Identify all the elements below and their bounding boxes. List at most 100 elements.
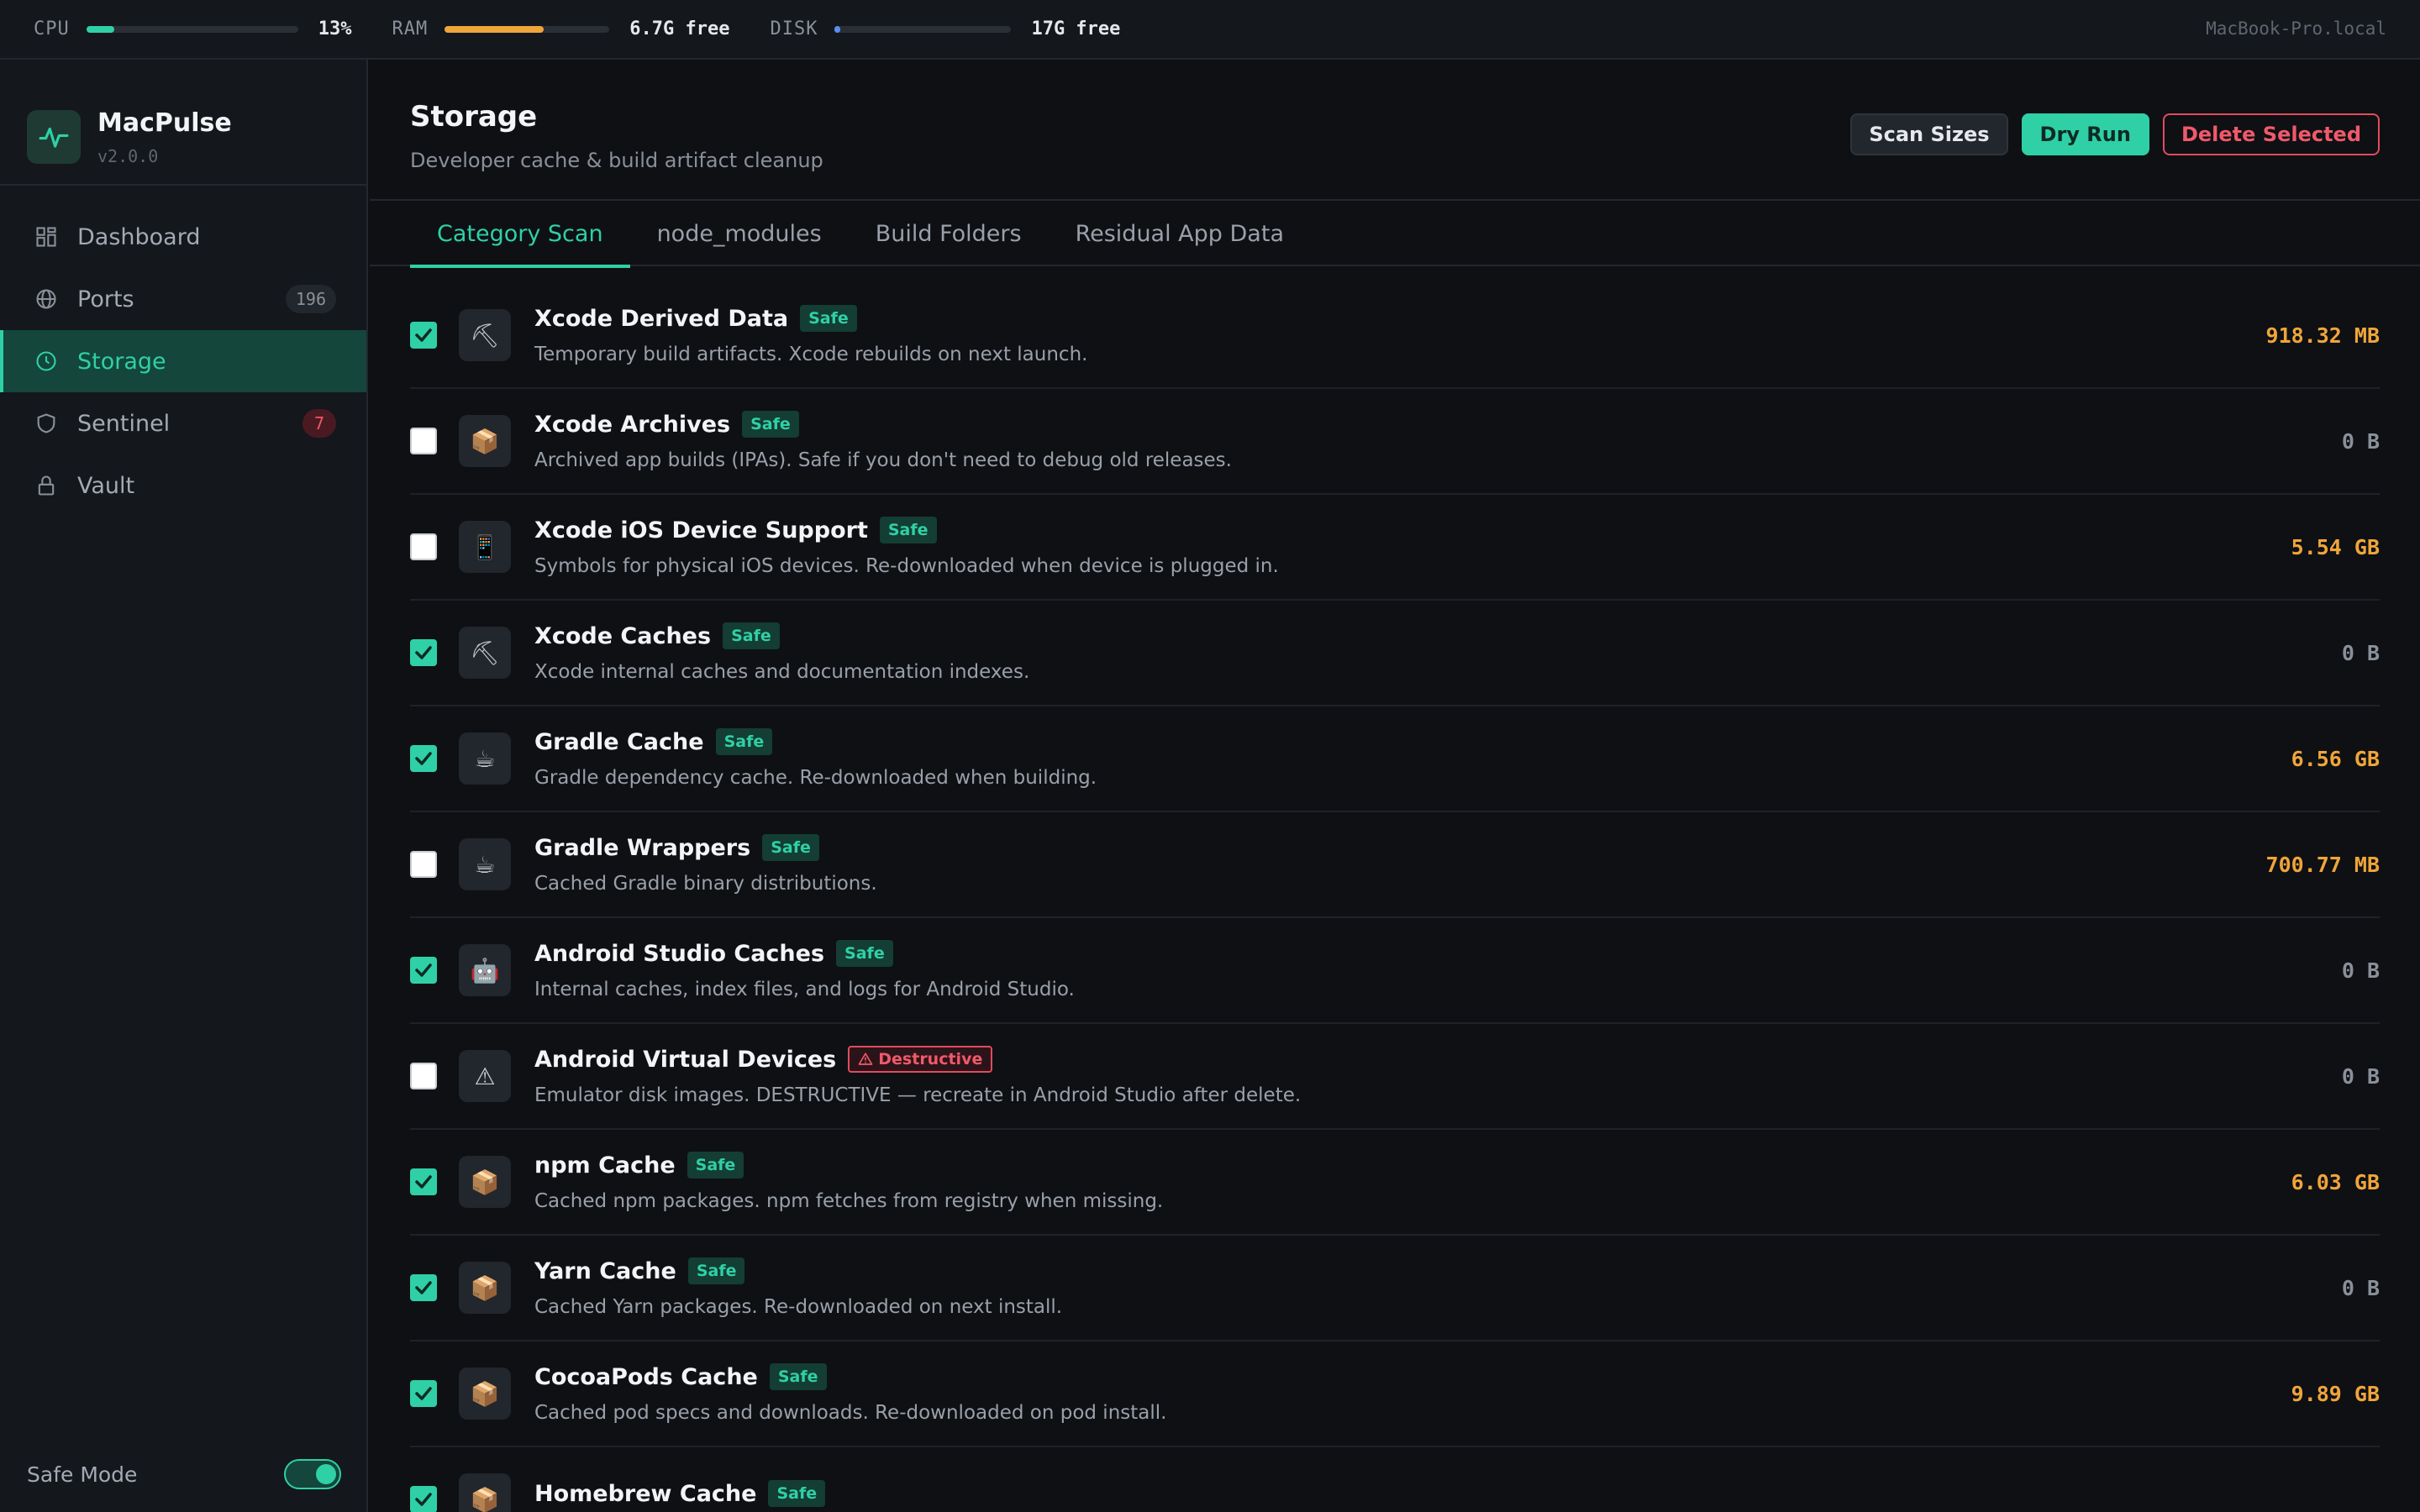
category-icon: ☕: [459, 838, 511, 890]
page-header: Storage Developer cache & build artifact…: [370, 60, 2420, 201]
checkmark-icon: [415, 1175, 432, 1189]
category-icon: ☕: [459, 732, 511, 785]
tab-node-modules[interactable]: node_modules: [630, 201, 849, 266]
category-info: Xcode iOS Device Support Safe Symbols fo…: [534, 517, 2161, 577]
cpu-meter-fill: [86, 25, 114, 33]
category-row[interactable]: 🤖 Android Studio Caches Safe Internal ca…: [410, 918, 2380, 1024]
badge-label: Safe: [776, 1484, 818, 1503]
hostname: MacBook-Pro.local: [2206, 18, 2386, 39]
dry-run-button[interactable]: Dry Run: [2021, 113, 2149, 155]
category-title-line: Xcode Derived Data Safe: [534, 305, 2161, 332]
category-row[interactable]: ⛏ Xcode Derived Data Safe Temporary buil…: [410, 283, 2380, 389]
cpu-label: CPU: [34, 18, 70, 39]
category-list: ⛏ Xcode Derived Data Safe Temporary buil…: [370, 266, 2420, 1512]
category-size: 918.32 MB: [2265, 323, 2380, 348]
tab-category-scan[interactable]: Category Scan: [410, 201, 630, 268]
category-title-line: Android Studio Caches Safe: [534, 940, 2161, 967]
badge-label: Safe: [808, 309, 849, 328]
disk-label: DISK: [770, 18, 818, 39]
category-row[interactable]: 📦 Yarn Cache Safe Cached Yarn packages. …: [410, 1236, 2380, 1341]
safe-mode-toggle[interactable]: [284, 1459, 341, 1489]
category-size: 6.03 GB: [2291, 1169, 2380, 1194]
category-row[interactable]: 📦 npm Cache Safe Cached npm packages. np…: [410, 1130, 2380, 1236]
safe-badge: Safe: [723, 622, 780, 649]
category-title-line: Yarn Cache Safe: [534, 1257, 2161, 1284]
sidebar-nav: Dashboard Ports 196 Storage Sentinel 7 V…: [0, 186, 366, 517]
scan-sizes-button[interactable]: Scan Sizes: [1850, 113, 2008, 155]
sidebar-item-dashboard[interactable]: Dashboard: [0, 206, 366, 268]
category-icon: 📦: [459, 1262, 511, 1314]
tab-build-folders[interactable]: Build Folders: [849, 201, 1049, 266]
cpu-value: 13%: [318, 18, 352, 39]
sentinel-alert-badge: 7: [302, 409, 336, 438]
select-checkbox[interactable]: [410, 428, 437, 454]
category-name: Gradle Wrappers: [534, 834, 751, 861]
category-info: Android Studio Caches Safe Internal cach…: [534, 940, 2161, 1000]
category-size: 5.54 GB: [2291, 534, 2380, 559]
shield-icon: [34, 411, 59, 436]
safe-badge: Safe: [762, 834, 819, 861]
sidebar-item-storage[interactable]: Storage: [0, 330, 366, 392]
checkmark-icon: [415, 752, 432, 765]
category-row[interactable]: 📦 Homebrew Cache Safe: [410, 1447, 2380, 1512]
category-row[interactable]: ⛏ Xcode Caches Safe Xcode internal cache…: [410, 601, 2380, 706]
select-checkbox[interactable]: [410, 533, 437, 560]
ram-stat: RAM 6.7G free: [392, 18, 730, 39]
destructive-badge: Destructive: [848, 1046, 993, 1073]
category-info: Xcode Archives Safe Archived app builds …: [534, 411, 2161, 471]
badge-label: Safe: [771, 838, 811, 857]
category-name: Homebrew Cache: [534, 1480, 757, 1507]
tab-residual-app-data[interactable]: Residual App Data: [1049, 201, 1311, 266]
disk-meter-fill: [834, 25, 840, 33]
safe-badge: Safe: [715, 728, 773, 755]
safe-badge: Safe: [800, 305, 857, 332]
sidebar-item-label: Storage: [77, 348, 166, 375]
category-title-line: Xcode Archives Safe: [534, 411, 2161, 438]
select-checkbox[interactable]: [410, 639, 437, 666]
category-row[interactable]: ⚠ Android Virtual Devices Destructive Em…: [410, 1024, 2380, 1130]
select-checkbox[interactable]: [410, 745, 437, 772]
category-info: Xcode Caches Safe Xcode internal caches …: [534, 622, 2161, 683]
category-row[interactable]: ☕ Gradle Cache Safe Gradle dependency ca…: [410, 706, 2380, 812]
category-icon: 📦: [459, 1473, 511, 1512]
delete-selected-button[interactable]: Delete Selected: [2162, 113, 2380, 155]
badge-label: Safe: [696, 1262, 737, 1280]
category-name: Xcode Archives: [534, 411, 731, 438]
category-row[interactable]: 📦 CocoaPods Cache Safe Cached pod specs …: [410, 1341, 2380, 1447]
category-icon: ⛏: [459, 627, 511, 679]
category-name: npm Cache: [534, 1152, 676, 1179]
disk-stat: DISK 17G free: [770, 18, 1120, 39]
cpu-stat: CPU 13%: [34, 18, 352, 39]
sidebar-item-vault[interactable]: Vault: [0, 454, 366, 517]
category-title-line: Homebrew Cache Safe: [534, 1480, 2161, 1507]
sidebar-item-sentinel[interactable]: Sentinel 7: [0, 392, 366, 454]
select-checkbox[interactable]: [410, 1063, 437, 1089]
category-row[interactable]: 📱 Xcode iOS Device Support Safe Symbols …: [410, 495, 2380, 601]
select-checkbox[interactable]: [410, 1168, 437, 1195]
select-checkbox[interactable]: [410, 322, 437, 349]
sidebar-item-label: Dashboard: [77, 223, 201, 250]
grid-icon: [34, 224, 59, 249]
category-info: CocoaPods Cache Safe Cached pod specs an…: [534, 1363, 2161, 1424]
disk-meter: [834, 25, 1012, 33]
sidebar-item-ports[interactable]: Ports 196: [0, 268, 366, 330]
select-checkbox[interactable]: [410, 1274, 437, 1301]
category-row[interactable]: ☕ Gradle Wrappers Safe Cached Gradle bin…: [410, 812, 2380, 918]
category-title-line: npm Cache Safe: [534, 1152, 2161, 1179]
cpu-meter: [86, 25, 298, 33]
category-size: 700.77 MB: [2265, 852, 2380, 877]
brand: MacPulse v2.0.0: [0, 60, 366, 186]
ram-value: 6.7G free: [629, 18, 730, 39]
category-info: Yarn Cache Safe Cached Yarn packages. Re…: [534, 1257, 2161, 1318]
category-size: 0 B: [2341, 428, 2380, 454]
category-name: Xcode Derived Data: [534, 305, 789, 332]
select-checkbox[interactable]: [410, 851, 437, 878]
category-info: Gradle Cache Safe Gradle dependency cach…: [534, 728, 2161, 789]
category-title-line: Gradle Wrappers Safe: [534, 834, 2161, 861]
category-description: Temporary build artifacts. Xcode rebuild…: [534, 344, 1088, 365]
select-checkbox[interactable]: [410, 1486, 437, 1512]
sidebar-item-label: Sentinel: [77, 410, 171, 437]
select-checkbox[interactable]: [410, 957, 437, 984]
category-row[interactable]: 📦 Xcode Archives Safe Archived app build…: [410, 389, 2380, 495]
select-checkbox[interactable]: [410, 1380, 437, 1407]
